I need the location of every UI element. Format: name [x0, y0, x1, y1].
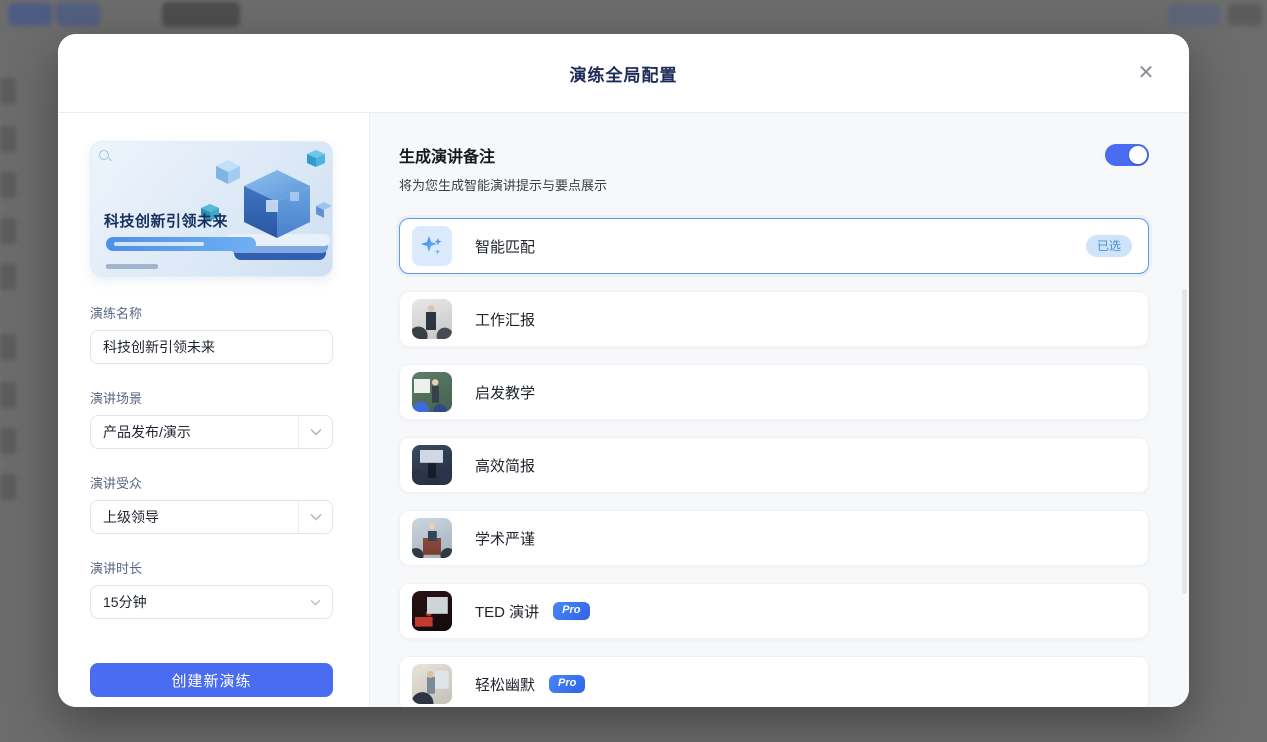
scrollbar[interactable] — [1182, 289, 1187, 594]
style-label: TED 演讲 — [475, 601, 539, 622]
briefing-thumbnail — [412, 445, 452, 485]
background-button — [8, 3, 52, 26]
style-card-efficient-brief[interactable]: 高效简报 — [399, 437, 1149, 493]
style-label: 启发教学 — [475, 382, 535, 403]
notes-panel: 生成演讲备注 将为您生成智能演讲提示与要点展示 — [370, 113, 1189, 707]
speech-style-list: 智能匹配 已选 工作汇报 启发教学 高效简报 — [399, 218, 1149, 707]
background-sidebar-item — [0, 218, 16, 244]
toggle-knob — [1129, 146, 1147, 164]
preview-subtitle-pill — [106, 237, 256, 251]
preview-byline — [106, 264, 158, 269]
dialog-header: 演练全局配置 ✕ — [58, 34, 1189, 113]
work-report-thumbnail — [412, 299, 452, 339]
background-button — [56, 3, 100, 26]
background-sidebar-item — [0, 78, 16, 104]
style-card-ted-talk[interactable]: TED 演讲 Pro — [399, 583, 1149, 639]
background-sidebar-item — [0, 474, 16, 500]
humor-thumbnail — [412, 664, 452, 704]
style-card-humor[interactable]: 轻松幽默 Pro — [399, 656, 1149, 707]
notes-title: 生成演讲备注 — [399, 143, 607, 167]
scene-select-value: 产品发布/演示 — [91, 422, 298, 442]
background-sidebar-item — [0, 382, 16, 408]
background-title-block — [162, 2, 240, 27]
audience-select[interactable]: 上级领导 — [90, 500, 333, 534]
notes-header-text: 生成演讲备注 将为您生成智能演讲提示与要点展示 — [399, 143, 607, 194]
scene-label: 演讲场景 — [90, 388, 332, 407]
background-sidebar-item — [0, 172, 16, 198]
duration-select[interactable]: 15分钟 — [90, 585, 333, 619]
duration-label: 演讲时长 — [90, 558, 332, 577]
chevron-down-icon — [298, 586, 332, 618]
style-card-inspire-teaching[interactable]: 启发教学 — [399, 364, 1149, 420]
preview-title: 科技创新引领未来 — [104, 210, 228, 231]
generate-notes-toggle[interactable] — [1105, 144, 1149, 166]
background-sidebar-item — [0, 126, 16, 152]
config-form-panel: 科技创新引领未来 演练名称 演讲场景 产品发布/演示 演讲受众 上级领导 演 — [58, 113, 370, 707]
notes-subtitle: 将为您生成智能演讲提示与要点展示 — [399, 175, 607, 194]
style-label: 工作汇报 — [475, 309, 535, 330]
background-button — [1228, 4, 1262, 26]
background-sidebar-item — [0, 264, 16, 290]
style-label: 智能匹配 — [475, 236, 535, 257]
close-icon[interactable]: ✕ — [1133, 60, 1159, 86]
background-sidebar-item — [0, 428, 16, 454]
sparkle-icon — [412, 226, 452, 266]
chevron-down-icon — [298, 501, 332, 533]
background-button — [1168, 4, 1220, 26]
style-label: 学术严谨 — [475, 528, 535, 549]
style-label: 轻松幽默 — [475, 674, 535, 695]
academic-thumbnail — [412, 518, 452, 558]
chevron-down-icon — [298, 416, 332, 448]
dialog-title: 演练全局配置 — [570, 61, 678, 86]
style-card-smart-match[interactable]: 智能匹配 已选 — [399, 218, 1149, 274]
style-label: 高效简报 — [475, 455, 535, 476]
rehearsal-name-input[interactable] — [90, 330, 333, 364]
style-card-academic[interactable]: 学术严谨 — [399, 510, 1149, 566]
scene-select[interactable]: 产品发布/演示 — [90, 415, 333, 449]
background-sidebar-item — [0, 334, 16, 360]
duration-select-value: 15分钟 — [91, 592, 298, 612]
create-rehearsal-button[interactable]: 创建新演练 — [90, 663, 333, 697]
teaching-thumbnail — [412, 372, 452, 412]
global-config-dialog: 演练全局配置 ✕ — [58, 34, 1189, 707]
search-icon — [99, 150, 109, 160]
ted-talk-thumbnail — [412, 591, 452, 631]
pro-badge: Pro — [553, 602, 589, 620]
pro-badge: Pro — [549, 675, 585, 693]
audience-label: 演讲受众 — [90, 473, 332, 492]
audience-select-value: 上级领导 — [91, 507, 298, 527]
presentation-preview-card: 科技创新引领未来 — [90, 141, 333, 277]
name-label: 演练名称 — [90, 303, 332, 322]
style-card-work-report[interactable]: 工作汇报 — [399, 291, 1149, 347]
selected-badge: 已选 — [1086, 235, 1132, 257]
